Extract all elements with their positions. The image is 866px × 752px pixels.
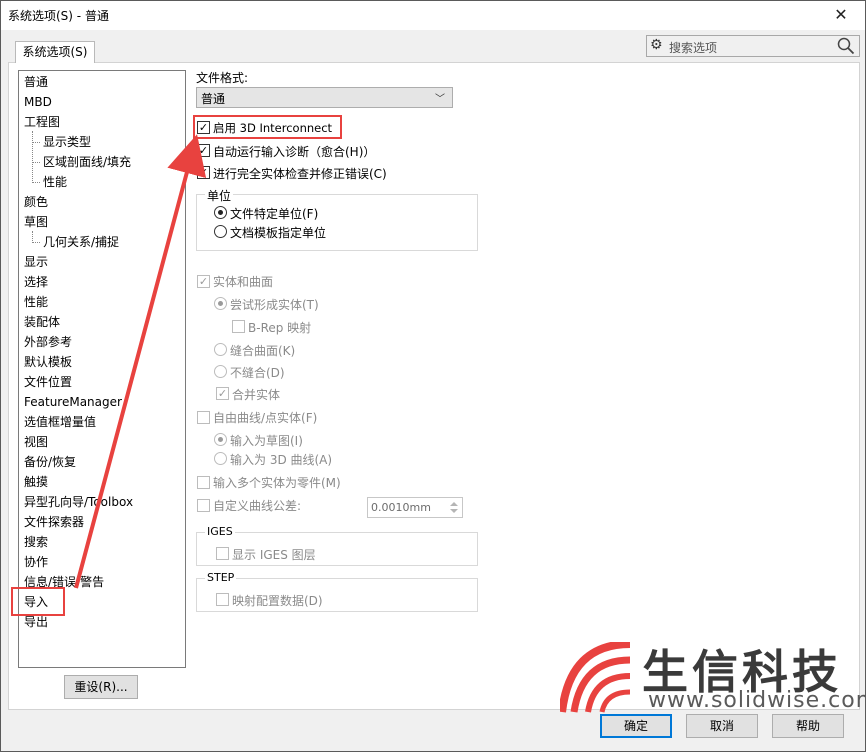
multi-parts-checkbox[interactable]	[197, 476, 210, 489]
tree-item-drawing-performance[interactable]: 性能	[43, 172, 67, 192]
unit-template-label: 文档模板指定单位	[230, 226, 327, 240]
tree-connector	[32, 182, 40, 183]
tree-item-mbd[interactable]: MBD	[24, 92, 52, 112]
as-sketch-label: 输入为草图(I)	[230, 434, 303, 448]
tree-item-hole-wizard-toolbox[interactable]: 异型孔向导/Toolbox	[24, 492, 133, 512]
as-3d-curve-radio[interactable]	[214, 452, 227, 465]
unit-template-radio[interactable]	[214, 225, 227, 238]
tree-item-general[interactable]: 普通	[24, 72, 48, 92]
window-title: 系统选项(S) - 普通	[8, 9, 109, 23]
tree-connector	[32, 242, 40, 243]
tree-item-assemblies[interactable]: 装配体	[24, 312, 60, 332]
brand-logo-mark	[560, 642, 631, 713]
merge-checkbox[interactable]: ✓	[216, 387, 229, 400]
solid-surface-label: 实体和曲面	[213, 275, 274, 289]
solid-surface-checkbox[interactable]: ✓	[197, 275, 210, 288]
full-check-checkbox[interactable]: ✓	[197, 166, 210, 179]
unit-file-radio[interactable]	[214, 206, 227, 219]
search-placeholder: 搜索选项	[669, 41, 718, 55]
close-icon[interactable]: ✕	[826, 2, 856, 28]
tree-connector	[32, 131, 33, 183]
tolerance-input[interactable]: 0.0010mm	[367, 497, 463, 518]
tree-item-relations-snaps[interactable]: 几何关系/捕捉	[43, 232, 119, 252]
step-map-checkbox[interactable]	[216, 593, 229, 606]
tree-item-file-locations[interactable]: 文件位置	[24, 372, 72, 392]
tree-item-display-type[interactable]: 显示类型	[43, 132, 91, 152]
gear-icon: ⚙	[650, 37, 663, 53]
custom-tol-checkbox[interactable]	[197, 499, 210, 512]
full-check-label: 进行完全实体检查并修正错误(C)	[213, 167, 387, 181]
tab-system-options[interactable]: 系统选项(S)	[15, 41, 95, 63]
custom-tol-label: 自定义曲线公差:	[213, 499, 302, 513]
category-tree: 普通 MBD 工程图 显示类型 区域剖面线/填充 性能 颜色 草图 几何关系/捕…	[18, 70, 186, 668]
free-curves-label: 自由曲线/点实体(F)	[213, 411, 318, 425]
reset-button[interactable]: 重设(R)...	[64, 675, 138, 699]
multi-parts-label: 输入多个实体为零件(M)	[213, 476, 341, 490]
tree-item-featuremanager[interactable]: FeatureManager	[24, 392, 122, 412]
iges-layers-label: 显示 IGES 图层	[232, 548, 316, 562]
spinner-arrows-icon[interactable]	[446, 499, 462, 516]
no-knit-radio[interactable]	[214, 365, 227, 378]
search-input[interactable]: ⚙ 搜索选项	[646, 35, 860, 57]
step-group-title: STEP	[205, 571, 237, 584]
tree-item-view[interactable]: 视图	[24, 432, 48, 452]
knit-radio[interactable]	[214, 343, 227, 356]
tree-item-colors[interactable]: 颜色	[24, 192, 48, 212]
file-format-label: 文件格式:	[196, 71, 249, 85]
knit-label: 缝合曲面(K)	[230, 344, 296, 358]
tree-item-sketch[interactable]: 草图	[24, 212, 48, 232]
tree-item-drawings[interactable]: 工程图	[24, 112, 60, 132]
as-sketch-radio[interactable]	[214, 433, 227, 446]
tree-item-search[interactable]: 搜索	[24, 532, 48, 552]
auto-diagnose-checkbox[interactable]: ✓	[197, 144, 210, 157]
free-curves-checkbox[interactable]	[197, 411, 210, 424]
brep-checkbox[interactable]	[232, 320, 245, 333]
tree-item-performance[interactable]: 性能	[24, 292, 48, 312]
tree-connector	[32, 162, 40, 163]
tree-item-display[interactable]: 显示	[24, 252, 48, 272]
highlight-3d-interconnect	[193, 115, 342, 139]
tree-connector	[32, 142, 40, 143]
tree-item-file-explorer[interactable]: 文件探索器	[24, 512, 84, 532]
chevron-down-icon: ﹀	[435, 94, 445, 105]
step-map-label: 映射配置数据(D)	[232, 594, 323, 608]
highlight-import	[11, 587, 65, 616]
tree-item-touch[interactable]: 触摸	[24, 472, 48, 492]
brep-label: B-Rep 映射	[248, 321, 312, 335]
tree-item-spin-box-increments[interactable]: 选值框增量值	[24, 412, 96, 432]
units-group	[196, 194, 478, 251]
tree-item-default-templates[interactable]: 默认模板	[24, 352, 72, 372]
unit-file-label: 文件特定单位(F)	[230, 207, 319, 221]
tree-item-external-references[interactable]: 外部参考	[24, 332, 72, 352]
brand-url: www.solidwise.com	[648, 688, 866, 713]
iges-layers-checkbox[interactable]	[216, 547, 229, 560]
tolerance-value: 0.0010mm	[371, 501, 431, 514]
try-solid-label: 尝试形成实体(T)	[230, 298, 319, 312]
auto-diagnose-label: 自动运行输入诊断（愈合(H)）	[213, 145, 376, 159]
units-group-title: 单位	[205, 187, 234, 204]
search-icon[interactable]	[837, 37, 855, 55]
cancel-button[interactable]: 取消	[686, 714, 758, 738]
help-button[interactable]: 帮助	[772, 714, 844, 738]
as-3d-curve-label: 输入为 3D 曲线(A)	[230, 453, 333, 467]
tree-item-selection[interactable]: 选择	[24, 272, 48, 292]
tree-item-hatch[interactable]: 区域剖面线/填充	[43, 152, 131, 172]
tree-item-backup-recover[interactable]: 备份/恢复	[24, 452, 76, 472]
tree-item-collaboration[interactable]: 协作	[24, 552, 48, 572]
file-format-value: 普通	[201, 92, 226, 106]
merge-label: 合并实体	[232, 388, 281, 402]
no-knit-label: 不缝合(D)	[230, 366, 285, 380]
file-format-select[interactable]: 普通 ﹀	[196, 87, 453, 108]
title-bar: 系统选项(S) - 普通 ✕	[0, 0, 866, 30]
try-solid-radio[interactable]	[214, 297, 227, 310]
iges-group-title: IGES	[205, 525, 235, 538]
ok-button[interactable]: 确定	[600, 714, 672, 738]
